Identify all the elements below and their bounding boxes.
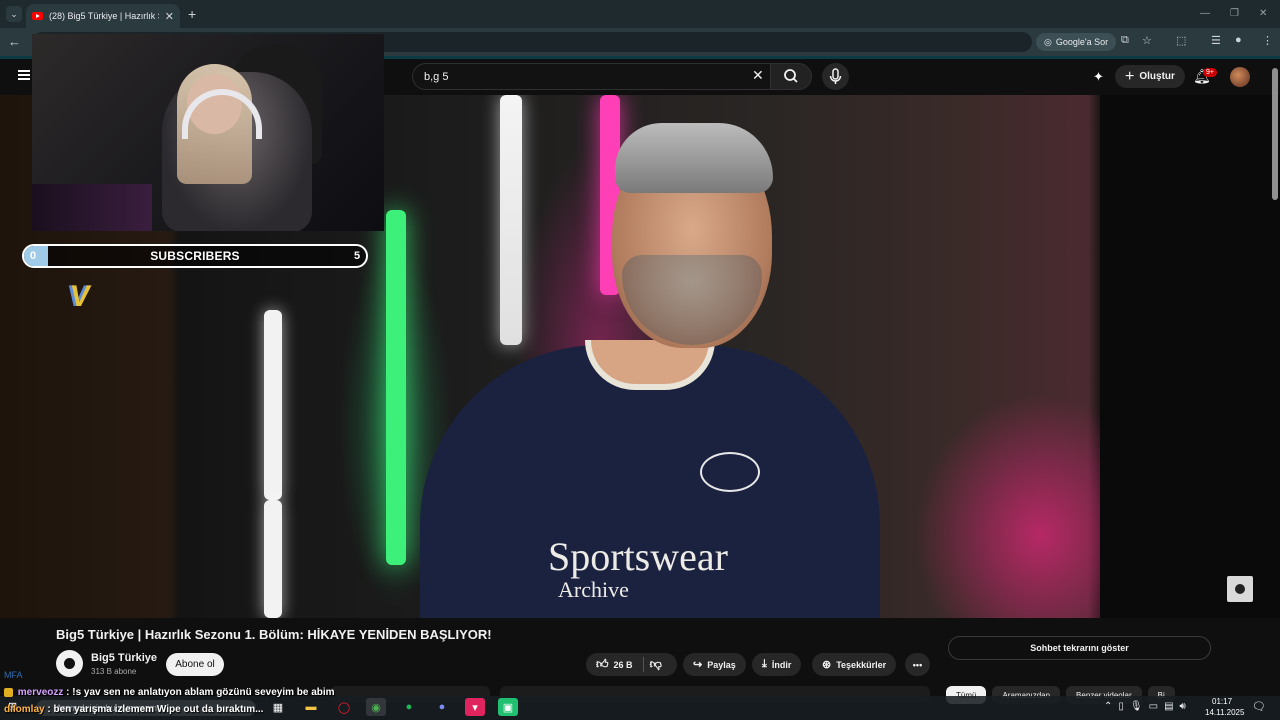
chrome-icon[interactable]: ◉	[366, 698, 386, 716]
user-avatar[interactable]	[1230, 67, 1250, 87]
thanks-label: Teşekkürler	[836, 659, 887, 670]
profile-icon[interactable]: ●	[1235, 34, 1242, 46]
search-button[interactable]	[770, 63, 812, 90]
share-arrow-icon: ↪	[693, 659, 703, 671]
white-neon-light-bottom	[264, 500, 282, 618]
search-input[interactable]	[424, 64, 744, 89]
tray-network-icon[interactable]: ▤	[1164, 701, 1173, 712]
tab-title: (28) Big5 Türkiye | Hazırlık Sezo	[49, 11, 159, 21]
channel-subscriber-count: 313 B abone	[91, 667, 137, 676]
tray-chevron-icon[interactable]: ⌃	[1104, 701, 1112, 712]
white-neon-light-lower	[264, 310, 282, 500]
share-label: Paylaş	[707, 659, 736, 670]
chat-message: dilomlay : ben yarışma izlemem Wipe out …	[4, 704, 263, 715]
like-dislike-group: 👍︎ 26 B 👎︎	[586, 653, 677, 676]
like-button[interactable]: 👍︎ 26 B	[596, 657, 633, 672]
app-globe-icon[interactable]: ●	[432, 698, 452, 716]
minimize-button[interactable]: —	[1200, 8, 1210, 19]
browser-menu-icon[interactable]: ⋮	[1262, 34, 1273, 47]
extensions-icon[interactable]: ⬚	[1176, 34, 1186, 47]
task-view-icon[interactable]: ▦	[268, 698, 288, 716]
download-label: İndir	[771, 659, 792, 670]
chat-text: : !s yav sen ne anlatıyon ablam gözünü s…	[66, 687, 335, 698]
tab-search-button[interactable]: ⌄	[6, 6, 22, 22]
page-scrollbar[interactable]	[1272, 68, 1278, 200]
subscriber-goal-label: SUBSCRIBERS	[150, 249, 240, 263]
download-button[interactable]: ⤓ İndir	[752, 653, 802, 676]
browser-tab-active[interactable]: (28) Big5 Türkiye | Hazırlık Sezo ✕	[26, 4, 180, 28]
channel-avatar[interactable]	[56, 650, 83, 677]
more-actions-button[interactable]: •••	[905, 653, 930, 676]
like-divider	[643, 657, 644, 672]
shirt-text-line1: Sportswear	[548, 534, 728, 579]
lens-icon: ◎	[1044, 36, 1052, 47]
share-button[interactable]: ↪ Paylaş	[683, 653, 746, 676]
video-letterbox-right	[1100, 95, 1280, 618]
google-sor-button[interactable]: ◎ Google'a Sor	[1036, 33, 1117, 51]
clock-date[interactable]: 14.11.2025	[1205, 708, 1244, 717]
video-title: Big5 Türkiye | Hazırlık Sezonu 1. Bölüm:…	[56, 627, 492, 642]
plus-icon: +	[1125, 67, 1135, 85]
chat-message: merveozz : !s yav sen ne anlatıyon ablam…	[4, 687, 335, 698]
miniplayer-button[interactable]	[1227, 576, 1253, 602]
chat-badge-icon	[4, 687, 13, 697]
close-window-button[interactable]: ✕	[1259, 8, 1267, 19]
system-tray: ⌃ ▯ 🎙︎ ▭ ▤ 🔊︎	[1104, 701, 1186, 712]
cast-icon[interactable]: ⧉	[1121, 34, 1129, 47]
back-arrow-icon[interactable]: ←	[8, 34, 21, 49]
webcam-keyboard	[32, 184, 152, 231]
tray-volume-icon[interactable]: 🔊︎	[1180, 701, 1186, 712]
opera-icon[interactable]: ◯	[334, 698, 354, 716]
tray-display-icon[interactable]: ▭	[1149, 701, 1158, 712]
new-tab-button[interactable]: +	[188, 6, 196, 22]
app-red-icon[interactable]: ▾	[465, 698, 485, 716]
tab-close-button[interactable]: ✕	[165, 10, 174, 23]
thumbs-down-icon[interactable]: 👎︎	[650, 657, 662, 672]
spotify-icon[interactable]: ●	[399, 698, 419, 716]
clear-search-icon[interactable]: ✕	[752, 67, 764, 84]
like-count: 26 B	[613, 659, 633, 670]
thanks-button[interactable]: ⊛ Teşekkürler	[812, 653, 897, 676]
subscribe-button[interactable]: Abone ol	[166, 653, 224, 676]
reading-list-icon[interactable]: ☰	[1211, 34, 1221, 47]
download-icon: ⤓	[762, 658, 767, 670]
clock-time[interactable]: 01:17	[1212, 697, 1232, 706]
overlay-watermark: MFA	[4, 670, 23, 680]
tray-mic-icon[interactable]: 🎙︎	[1130, 701, 1143, 712]
bookmark-star-icon[interactable]: ☆	[1142, 34, 1152, 47]
notification-count-badge: 9+	[1203, 68, 1217, 77]
notification-center-icon[interactable]: 🗨︎	[1252, 700, 1266, 713]
menu-icon[interactable]	[18, 70, 30, 80]
super-thanks-icon: ⊛	[822, 659, 832, 671]
thumbs-up-icon: 👍︎	[596, 657, 609, 671]
channel-name[interactable]: Big5 Türkiye	[91, 652, 157, 664]
search-icon	[784, 69, 798, 83]
app-green-icon[interactable]: ▣	[498, 698, 518, 716]
chat-username: dilomlay	[4, 704, 45, 715]
file-explorer-icon[interactable]: ▬	[301, 698, 321, 716]
voice-search-button[interactable]	[822, 63, 849, 90]
create-label: Oluştur	[1139, 71, 1175, 82]
shirt-print: Sportswear Archive	[548, 537, 768, 603]
subscriber-goal-target: 5	[354, 250, 361, 262]
create-button[interactable]: + Oluştur	[1115, 65, 1185, 88]
show-chat-replay-button[interactable]: Sohbet tekrarını göster	[948, 636, 1211, 660]
youtube-favicon-icon	[32, 12, 43, 20]
google-sor-label: Google'a Sor	[1055, 37, 1109, 47]
microphone-icon	[829, 68, 842, 84]
presenter-hair	[615, 123, 773, 193]
streamer-webcam	[32, 34, 384, 231]
maximize-button[interactable]: ❐	[1230, 8, 1239, 19]
shirt-globe-logo	[700, 452, 760, 492]
tray-app-icon[interactable]: ▯	[1118, 701, 1124, 712]
chat-username: merveozz	[17, 687, 64, 698]
extension-sparkle-icon[interactable]: ✦	[1093, 69, 1104, 85]
chat-text: : ben yarışma izlemem Wipe out da bırakt…	[47, 704, 264, 715]
shirt-text-line2: Archive	[558, 577, 629, 602]
green-neon-light	[386, 210, 406, 565]
white-neon-light	[500, 95, 522, 345]
